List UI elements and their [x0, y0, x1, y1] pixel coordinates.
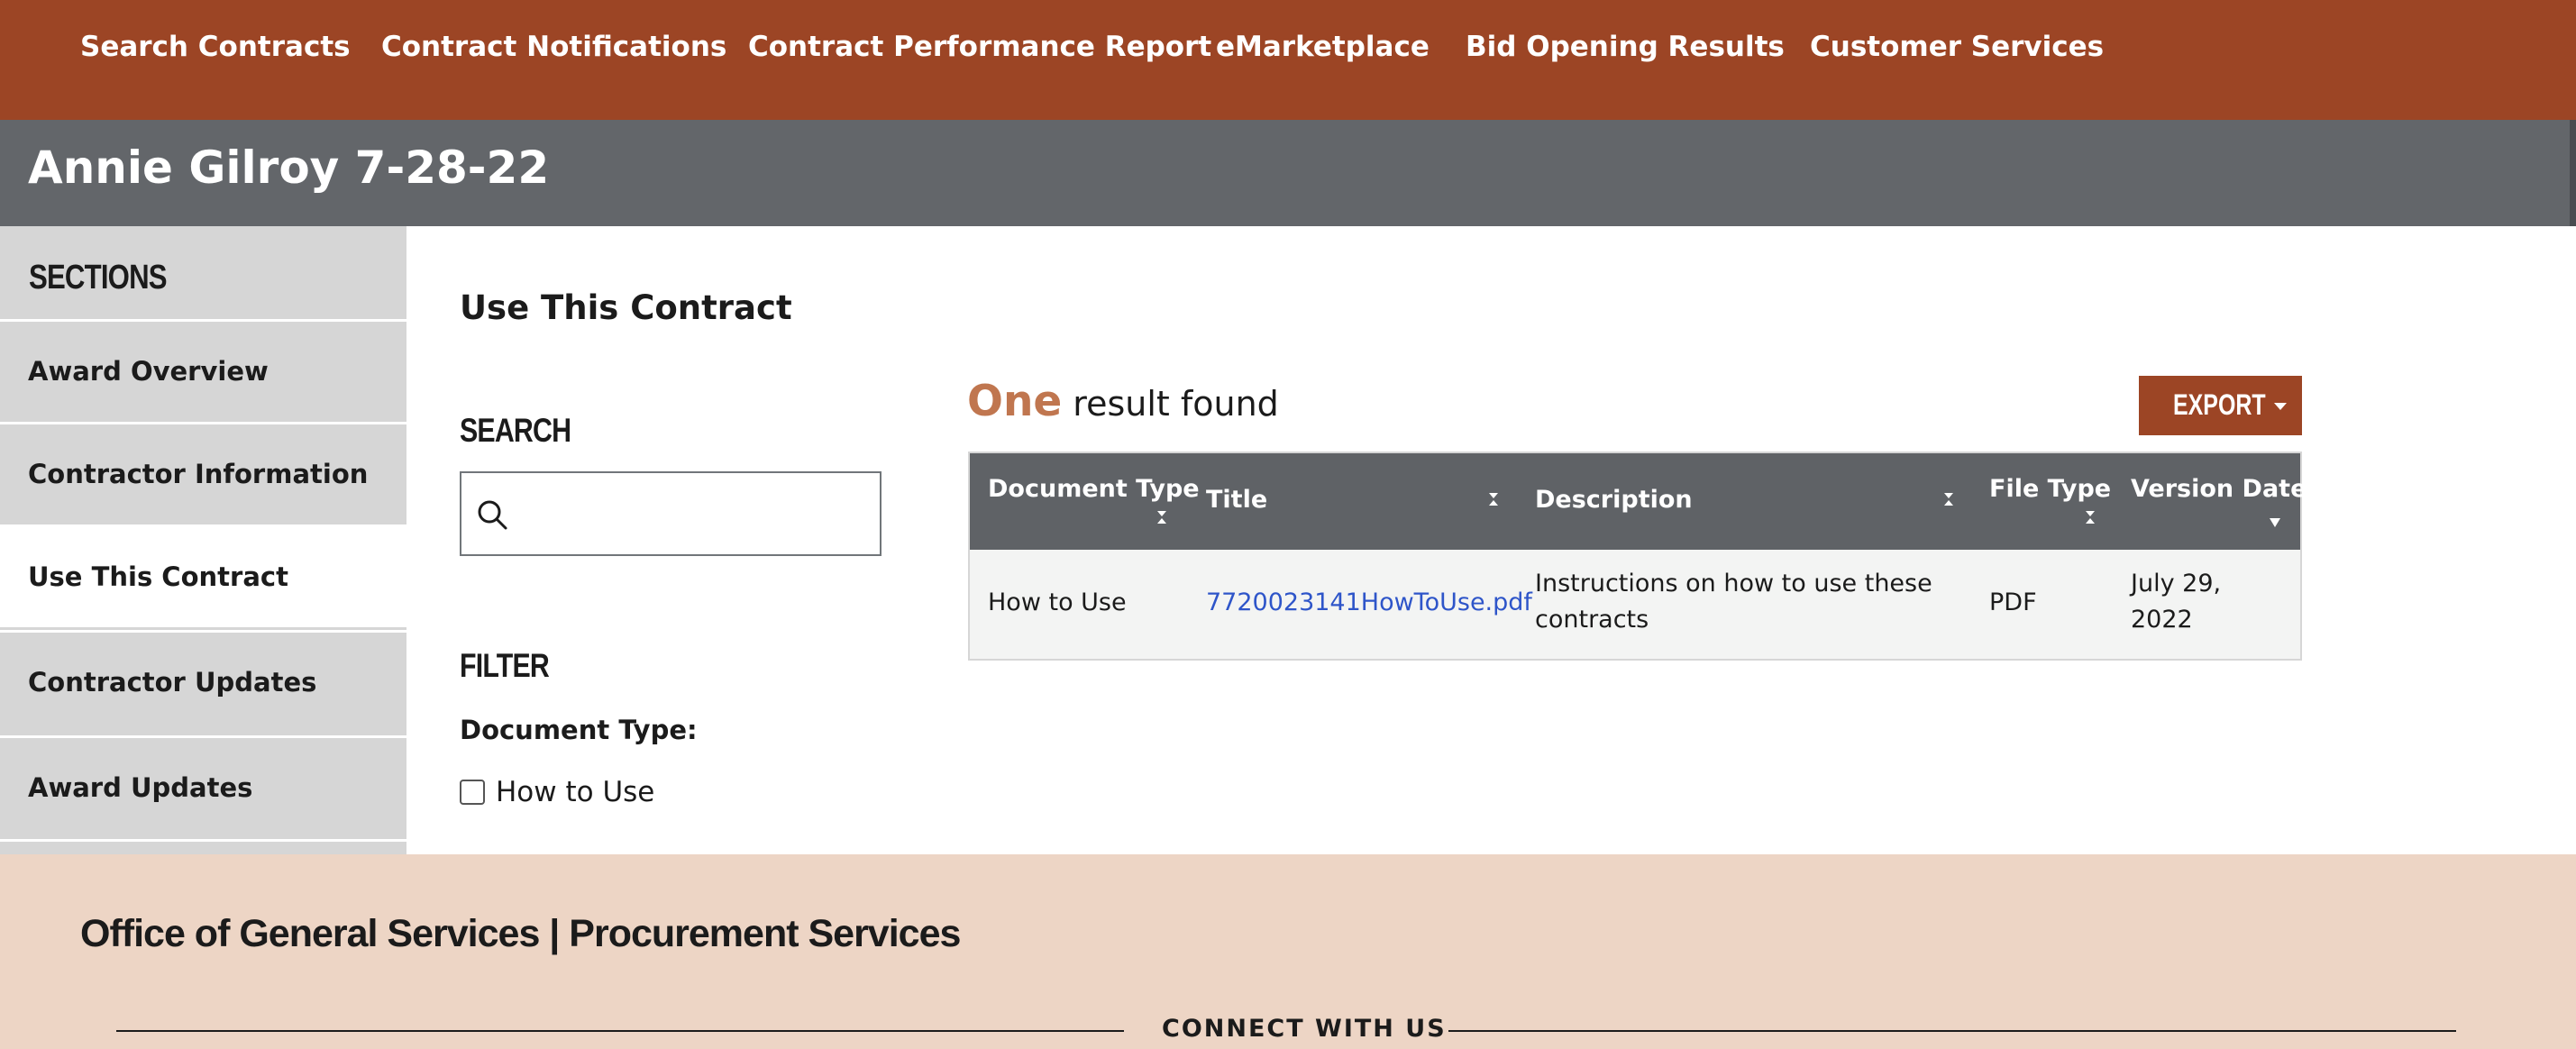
document-link[interactable]: 7720023141HowToUse.pdf [1206, 588, 1532, 616]
sort-icon[interactable] [1943, 492, 1954, 506]
column-header-version-date[interactable]: Version Date [2131, 475, 2307, 503]
sidebar-item-label: Award Overview [28, 356, 269, 387]
sidebar-item-award-overview[interactable]: Award Overview [0, 319, 406, 422]
nav-customer-services[interactable]: Customer Services [1810, 31, 2104, 63]
cell-description: Instructions on how to use these contrac… [1535, 570, 1932, 634]
export-button-label: EXPORT [2173, 388, 2266, 421]
sidebar-item-label: Award Updates [28, 772, 253, 803]
page-footer: Office of General Services | Procurement… [0, 854, 2576, 1049]
nav-emarketplace[interactable]: eMarketplace [1216, 31, 1430, 63]
sidebar-divider [0, 839, 406, 854]
nav-contract-notifications[interactable]: Contract Notifications [381, 31, 726, 63]
sidebar-item-label: Contractor Updates [28, 667, 317, 698]
column-header-file-type[interactable]: File Type [1989, 475, 2111, 503]
connect-heading: CONNECT WITH US [1162, 1015, 1447, 1043]
top-navigation: Search Contracts Contract Notifications … [0, 0, 2576, 120]
filter-document-type-label: Document Type: [460, 715, 698, 745]
cell-document-type: How to Use [988, 588, 1127, 616]
nav-contract-performance-report[interactable]: Contract Performance Report [748, 31, 1211, 63]
table-header: Document Type Title Description File Typ… [970, 453, 2307, 550]
search-box[interactable] [460, 471, 882, 556]
sidebar-item-use-this-contract[interactable]: Use This Contract [0, 524, 406, 627]
sort-icon[interactable] [2085, 510, 2096, 524]
footer-divider-right [1448, 1030, 2456, 1032]
nav-bid-opening-results[interactable]: Bid Opening Results [1466, 31, 1785, 63]
export-button[interactable]: EXPORT [2139, 376, 2302, 435]
footer-org-name: Office of General Services | Procurement… [80, 912, 961, 955]
checkbox-label: How to Use [496, 776, 655, 808]
cell-file-type: PDF [1989, 588, 2037, 616]
cell-title: 7720023141HowToUse.pdf [1206, 585, 1532, 621]
nav-search-contracts[interactable]: Search Contracts [80, 31, 351, 63]
sidebar-heading: SECTIONS [29, 259, 168, 296]
result-count-number: One [967, 377, 1063, 426]
column-header-title[interactable]: Title [1206, 486, 1267, 514]
sort-icon[interactable] [1488, 492, 1499, 506]
sort-desc-icon[interactable] [2270, 516, 2280, 531]
sidebar-item-label: Contractor Information [28, 459, 369, 489]
sidebar-item-contractor-information[interactable]: Contractor Information [0, 422, 406, 524]
search-heading: SEARCH [460, 412, 571, 449]
search-icon [478, 500, 507, 530]
column-header-document-type[interactable]: Document Type [988, 475, 1200, 503]
sections-sidebar: SECTIONS Award Overview Contractor Infor… [0, 226, 406, 854]
section-title: Use This Contract [460, 288, 792, 327]
sidebar-item-award-updates[interactable]: Award Updates [0, 735, 406, 838]
result-count-text: result found [1073, 384, 1279, 424]
search-input[interactable] [519, 486, 865, 543]
sidebar-item-contractor-updates[interactable]: Contractor Updates [0, 630, 406, 733]
sidebar-item-label: Use This Contract [28, 561, 288, 592]
sort-icon[interactable] [1156, 510, 1167, 524]
caret-down-icon [2274, 403, 2287, 410]
page-title: Annie Gilroy 7-28-22 [28, 141, 550, 194]
scrollbar-edge[interactable] [2570, 120, 2576, 226]
cell-version-date: July 29, 2022 [2131, 570, 2222, 634]
filter-heading: FILTER [460, 647, 550, 684]
page-title-bar: Annie Gilroy 7-28-22 [0, 120, 2576, 226]
column-header-description[interactable]: Description [1535, 486, 1693, 514]
result-count: One result found [967, 377, 1279, 426]
how-to-use-checkbox[interactable] [460, 780, 485, 805]
footer-divider-left [116, 1030, 1124, 1032]
documents-table: Document Type Title Description File Typ… [968, 452, 2307, 661]
